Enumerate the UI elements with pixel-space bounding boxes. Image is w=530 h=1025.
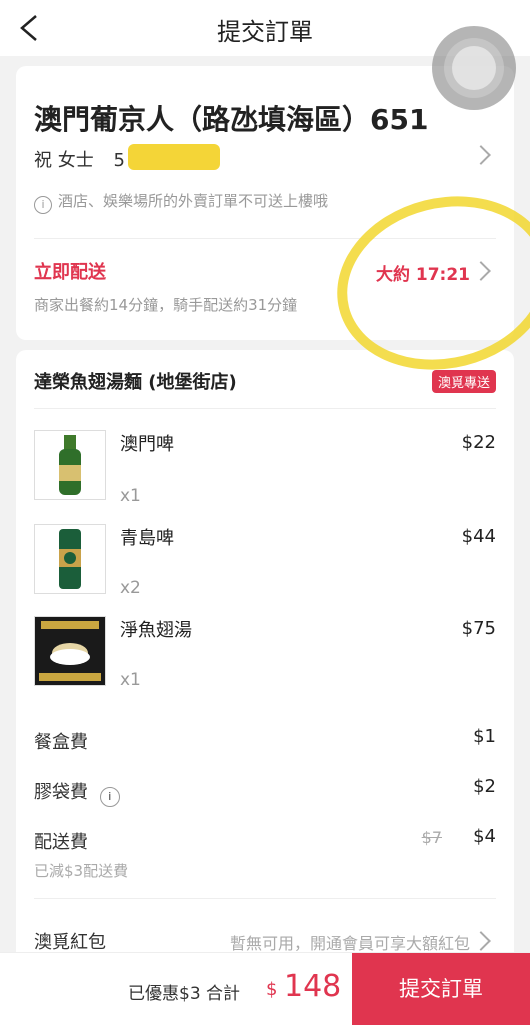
item-qty: x2 xyxy=(120,578,141,598)
order-card: 達榮魚翅湯麵 (地堡街店) 澳覓專送 澳門啤 $22 x1 青島啤 $44 x2… xyxy=(16,350,514,970)
fee-delivery-value: $4 xyxy=(473,826,496,847)
item-image-tsingtao-beer xyxy=(34,524,106,594)
savings-text: 已優惠$3 合計 xyxy=(128,984,241,1004)
total-currency: $ xyxy=(266,979,278,1000)
address-title: 澳門葡京人（路氹填海區）651 xyxy=(34,103,429,136)
fee-delivery-note: 已減$3配送費 xyxy=(34,862,129,880)
fee-box-value: $1 xyxy=(473,726,496,747)
divider xyxy=(34,408,496,409)
recipient-info: 祝 女士 5 xyxy=(34,146,125,172)
item-name: 青島啤 xyxy=(120,528,174,549)
info-icon[interactable]: i xyxy=(99,787,120,807)
item-qty: x1 xyxy=(120,486,141,506)
item-price: $44 xyxy=(461,526,496,547)
fee-delivery-label: 配送費 xyxy=(34,832,88,853)
checkout-bar: 已優惠$3 合計 $ 148 提交訂單 xyxy=(0,952,530,1025)
recipient-name: 祝 女士 xyxy=(34,150,94,171)
fee-delivery-original: $7 xyxy=(421,828,442,847)
submit-order-button[interactable]: 提交訂單 xyxy=(352,953,530,1025)
chevron-right-icon[interactable] xyxy=(471,931,491,951)
coupon-label: 澳覓紅包 xyxy=(34,932,106,953)
fee-box-label: 餐盒費 xyxy=(34,732,88,753)
fee-bag-label: 膠袋費 i xyxy=(34,778,126,807)
divider xyxy=(34,898,496,899)
total-amount: 148 xyxy=(284,969,342,1004)
item-price: $75 xyxy=(461,618,496,639)
item-name: 澳門啤 xyxy=(120,434,174,455)
item-image-shark-fin-soup xyxy=(34,616,106,686)
item-name: 淨魚翅湯 xyxy=(120,620,192,641)
fee-bag-text: 膠袋費 xyxy=(34,782,88,803)
store-name: 達榮魚翅湯麵 (地堡街店) xyxy=(34,372,237,393)
info-icon: i xyxy=(34,196,52,214)
item-price: $22 xyxy=(461,432,496,453)
assistive-core xyxy=(452,46,496,90)
delivery-notice: i 酒店、娛樂場所的外賣訂單不可送上樓哦 xyxy=(34,190,328,214)
item-qty: x1 xyxy=(120,670,141,690)
item-image-macau-beer xyxy=(34,430,106,500)
redacted-phone-mark xyxy=(128,144,220,170)
recipient-phone: 5 xyxy=(113,150,125,171)
delivery-estimate: 商家出餐約14分鐘，騎手配送約31分鐘 xyxy=(34,296,298,314)
chevron-right-icon[interactable] xyxy=(471,145,491,165)
coupon-value[interactable]: 暫無可用，開通會員可享大額紅包 xyxy=(230,930,470,954)
delivery-badge: 澳覓專送 xyxy=(431,370,496,393)
assistive-touch-button[interactable] xyxy=(432,26,516,110)
fee-bag-value: $2 xyxy=(473,776,496,797)
delivery-mode: 立即配送 xyxy=(34,262,106,283)
notice-text: 酒店、娛樂場所的外賣訂單不可送上樓哦 xyxy=(58,192,329,210)
